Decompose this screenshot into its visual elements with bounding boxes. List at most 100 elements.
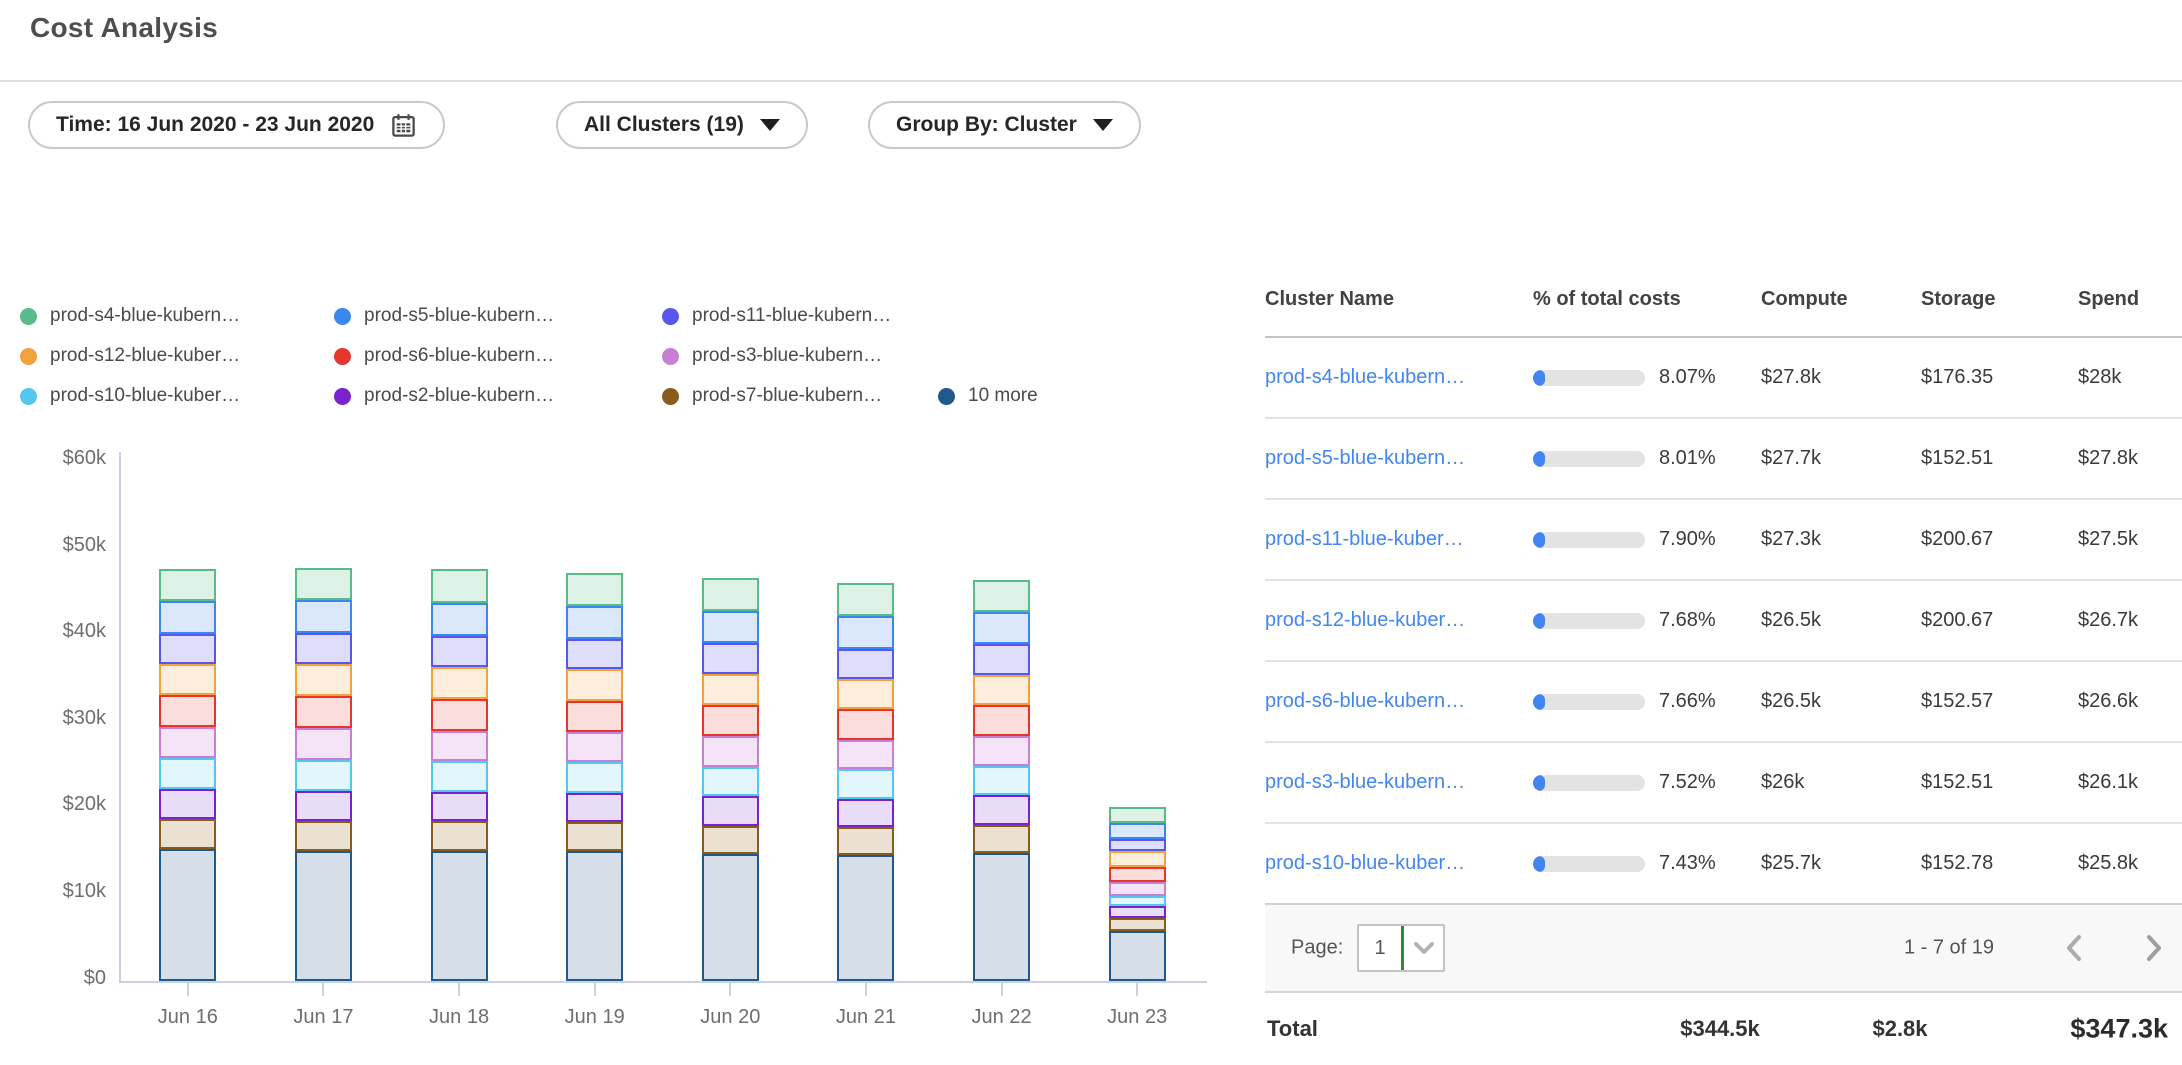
bar-segment — [973, 766, 1030, 796]
percent-bar-fill — [1533, 613, 1545, 629]
compute-value: $25.7k — [1761, 852, 1921, 875]
time-range-filter[interactable]: Time: 16 Jun 2020 - 23 Jun 2020 — [28, 101, 445, 149]
x-axis-label: Jun 16 — [128, 1006, 248, 1029]
legend-item[interactable]: prod-s3-blue-kubern… — [662, 345, 938, 367]
bar-segment — [295, 568, 352, 600]
spend-value: $26.6k — [2078, 690, 2182, 713]
chevron-down-icon — [760, 119, 780, 131]
bar-segment — [431, 603, 488, 636]
bar-segment — [431, 851, 488, 981]
page-select[interactable]: 1 — [1357, 924, 1445, 972]
group-by-label: Group By: Cluster — [896, 113, 1077, 137]
bar-segment — [295, 664, 352, 696]
pagination-bar: Page: 1 1 - 7 of 19 — [1265, 903, 2182, 993]
table-row: prod-s6-blue-kubern…7.66%$26.5k$152.57$2… — [1265, 662, 2182, 743]
legend-label: prod-s2-blue-kubern… — [364, 385, 554, 407]
legend-row: prod-s10-blue-kuber… prod-s2-blue-kubern…… — [20, 376, 1038, 416]
legend-item[interactable]: prod-s6-blue-kubern… — [334, 345, 662, 367]
spend-value: $27.5k — [2078, 528, 2182, 551]
bar-segment — [837, 740, 894, 770]
next-page-button[interactable] — [2137, 928, 2171, 968]
total-row: Total $344.5k $2.8k $347.3k — [1265, 993, 2182, 1065]
bar-segment — [973, 705, 1030, 736]
cluster-link[interactable]: prod-s11-blue-kuber… — [1265, 528, 1525, 551]
percent-bar-track — [1533, 775, 1645, 791]
storage-value: $200.67 — [1921, 609, 2078, 632]
table-row: prod-s4-blue-kubern…8.07%$27.8k$176.35$2… — [1265, 338, 2182, 419]
bar-jun-17 — [295, 568, 352, 981]
table-row: prod-s11-blue-kuber…7.90%$27.3k$200.67$2… — [1265, 500, 2182, 581]
bar-segment — [159, 664, 216, 695]
legend-color-dot — [334, 308, 351, 325]
bar-segment — [973, 825, 1030, 854]
percent-bar-fill — [1533, 451, 1545, 467]
legend-color-dot — [662, 308, 679, 325]
clusters-filter-dropdown[interactable]: All Clusters (19) — [556, 101, 808, 149]
bar-segment — [973, 675, 1030, 705]
bar-segment — [566, 793, 623, 823]
bar-segment — [566, 822, 623, 851]
legend-color-dot — [20, 348, 37, 365]
bar-segment — [973, 853, 1030, 981]
spend-value: $26.1k — [2078, 771, 2182, 794]
percent-bar-track — [1533, 532, 1645, 548]
chevron-down-icon — [1404, 926, 1443, 970]
y-axis-label: $10k — [20, 880, 106, 903]
bar-segment — [566, 732, 623, 762]
legend-item[interactable]: prod-s7-blue-kubern… — [662, 385, 938, 407]
bar-segment — [837, 855, 894, 981]
bar-segment — [566, 701, 623, 732]
table-row: prod-s5-blue-kubern…8.01%$27.7k$152.51$2… — [1265, 419, 2182, 500]
header-divider — [0, 80, 2182, 82]
col-spend: Spend — [2078, 288, 2182, 311]
percent-of-total-cell: 8.01% — [1525, 447, 1761, 470]
table-row: prod-s3-blue-kubern…7.52%$26k$152.51$26.… — [1265, 743, 2182, 824]
legend-item[interactable]: prod-s2-blue-kubern… — [334, 385, 662, 407]
cluster-link[interactable]: prod-s3-blue-kubern… — [1265, 771, 1525, 794]
legend-color-dot — [938, 388, 955, 405]
storage-value: $152.57 — [1921, 690, 2078, 713]
previous-page-button[interactable] — [2057, 928, 2091, 968]
spend-value: $27.8k — [2078, 447, 2182, 470]
spend-value: $26.7k — [2078, 609, 2182, 632]
bar-segment — [1109, 896, 1166, 906]
legend-row: prod-s4-blue-kubern…prod-s5-blue-kubern…… — [20, 296, 1038, 336]
y-axis-label: $60k — [20, 447, 106, 470]
legend-label: prod-s10-blue-kuber… — [50, 385, 240, 407]
bar-segment — [295, 600, 352, 633]
legend-item[interactable]: prod-s11-blue-kubern… — [662, 305, 938, 327]
bar-segment — [702, 796, 759, 826]
bar-jun-20 — [702, 578, 759, 981]
x-axis-tick — [322, 983, 324, 996]
bar-segment — [159, 695, 216, 727]
legend-item[interactable]: prod-s5-blue-kubern… — [334, 305, 662, 327]
page-label: Page: — [1291, 937, 1343, 960]
legend-item[interactable]: 10 more — [938, 385, 1038, 407]
compute-value: $26k — [1761, 771, 1921, 794]
cluster-link[interactable]: prod-s12-blue-kuber… — [1265, 609, 1525, 632]
legend-item[interactable]: prod-s4-blue-kubern… — [20, 305, 334, 327]
bar-segment — [837, 583, 894, 616]
bar-segment — [295, 728, 352, 759]
total-compute: $344.5k — [1635, 1016, 1805, 1042]
cluster-link[interactable]: prod-s6-blue-kubern… — [1265, 690, 1525, 713]
chevron-down-icon — [1093, 119, 1113, 131]
group-by-dropdown[interactable]: Group By: Cluster — [868, 101, 1141, 149]
bar-segment — [431, 761, 488, 791]
percent-of-total-cell: 7.66% — [1525, 690, 1761, 713]
legend-row: prod-s12-blue-kuber…prod-s6-blue-kubern…… — [20, 336, 1038, 376]
percent-value: 7.68% — [1659, 609, 1716, 632]
cluster-link[interactable]: prod-s4-blue-kubern… — [1265, 366, 1525, 389]
legend-item[interactable]: prod-s12-blue-kuber… — [20, 345, 334, 367]
bar-jun-18 — [431, 569, 488, 981]
legend-item[interactable]: prod-s10-blue-kuber… — [20, 385, 334, 407]
cluster-link[interactable]: prod-s5-blue-kubern… — [1265, 447, 1525, 470]
bar-segment — [702, 643, 759, 673]
percent-bar-track — [1533, 370, 1645, 386]
legend-color-dot — [334, 388, 351, 405]
cluster-link[interactable]: prod-s10-blue-kuber… — [1265, 852, 1525, 875]
bar-segment — [837, 616, 894, 648]
bar-segment — [973, 612, 1030, 644]
percent-bar-track — [1533, 694, 1645, 710]
bar-jun-23 — [1109, 807, 1166, 981]
